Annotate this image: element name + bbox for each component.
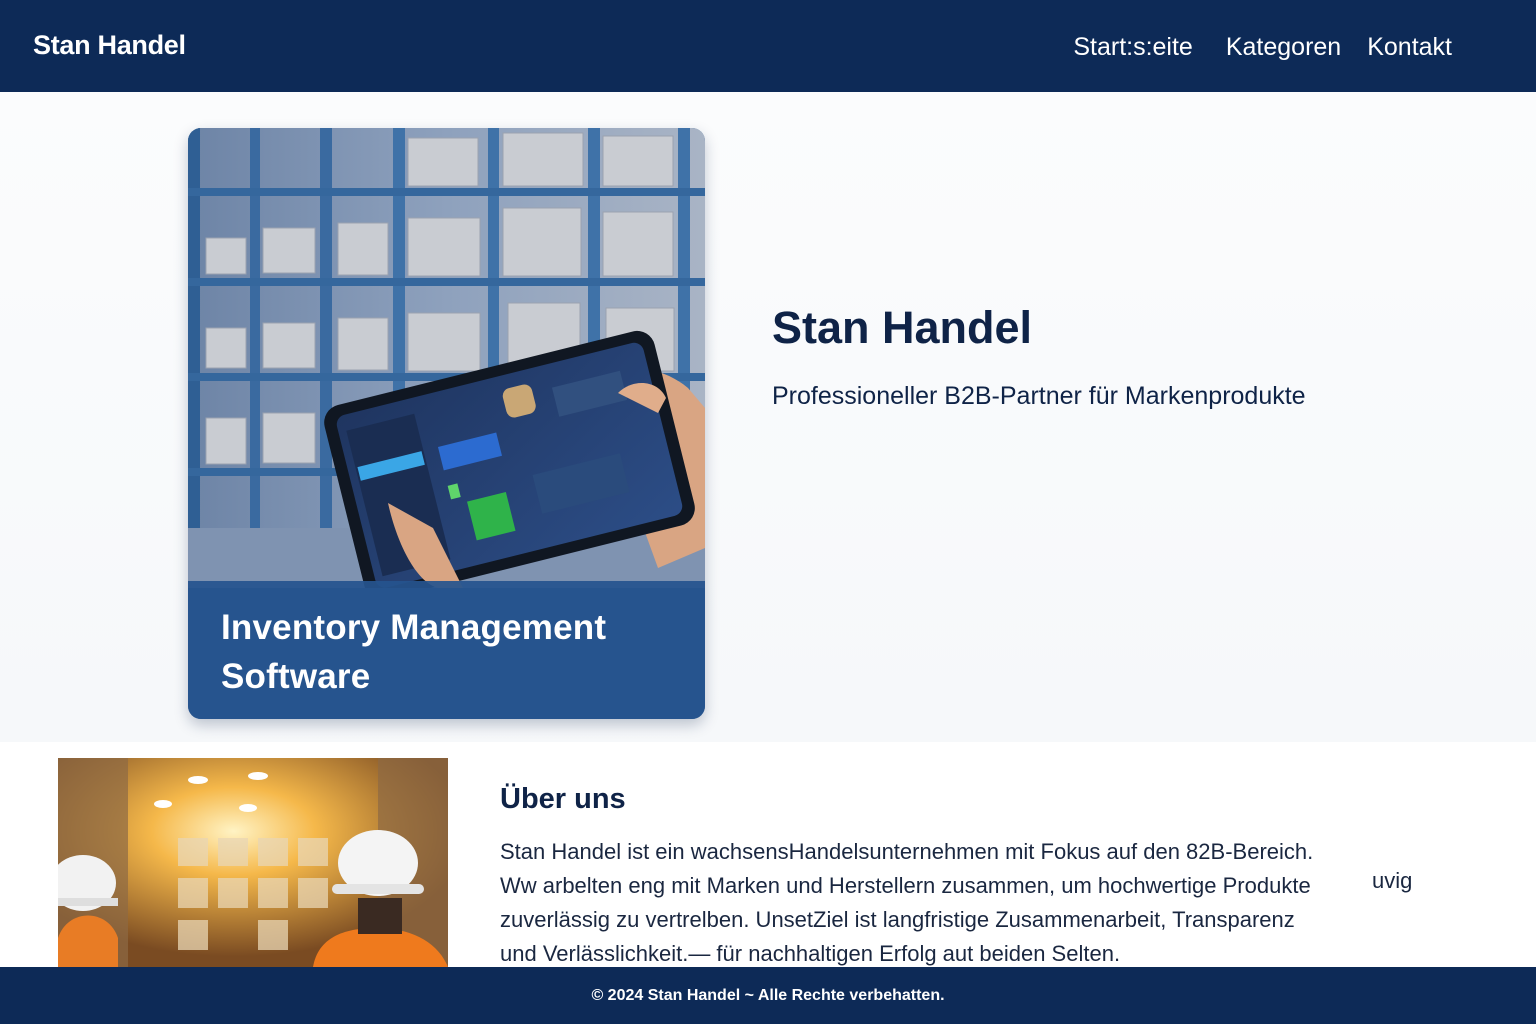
nav-link-kategorien[interactable]: Kategoren (1226, 30, 1341, 64)
about-line: Ww arbelten eng mit Marken und Herstelle… (500, 873, 1311, 898)
about-line: zuverlässig zu vertrelben. UnsetZiel ist… (500, 907, 1295, 932)
hero-section: Inventory Management Software Stan Hande… (0, 92, 1536, 742)
inventory-software-card[interactable]: Inventory Management Software (188, 128, 705, 719)
about-section: Über uns Stan Handel ist ein wachsensHan… (0, 742, 1536, 967)
card-caption-line-1: Inventory Management (221, 608, 607, 647)
about-image-container (58, 758, 448, 967)
about-line: und Verlässlichkeit.— für nachhaltigen E… (500, 941, 1121, 966)
card-caption-line-2: Software (221, 657, 371, 696)
footer-copyright: © 2024 Stan Handel ~ Alle Rechte verbeha… (591, 986, 945, 1004)
nav-link-startseite[interactable]: Start:s:eite (1073, 30, 1193, 64)
nav-link-kontakt[interactable]: Kontakt (1367, 30, 1452, 64)
main-nav: Start:s:eite Kategoren Kontakt (1073, 30, 1452, 64)
footer: © 2024 Stan Handel ~ Alle Rechte verbeha… (0, 967, 1536, 1024)
card-caption: Inventory Management Software (188, 581, 705, 719)
warehouse-workers-image (58, 758, 448, 967)
brand-logo[interactable]: Stan Handel (33, 30, 186, 61)
about-title: Über uns (500, 783, 626, 815)
warehouse-tablet-image (188, 128, 705, 588)
hero-title: Stan Handel (772, 302, 1033, 353)
about-line: Stan Handel ist ein wachsensHandelsunter… (500, 839, 1314, 864)
top-navigation-bar: Stan Handel Start:s:eite Kategoren Konta… (0, 0, 1536, 92)
about-description: Stan Handel ist ein wachsensHandelsunter… (500, 835, 1430, 971)
hero-subtitle: Professioneller B2B-Partner für Markenpr… (772, 382, 1306, 410)
stray-text-fragment: uvig (1372, 868, 1413, 893)
